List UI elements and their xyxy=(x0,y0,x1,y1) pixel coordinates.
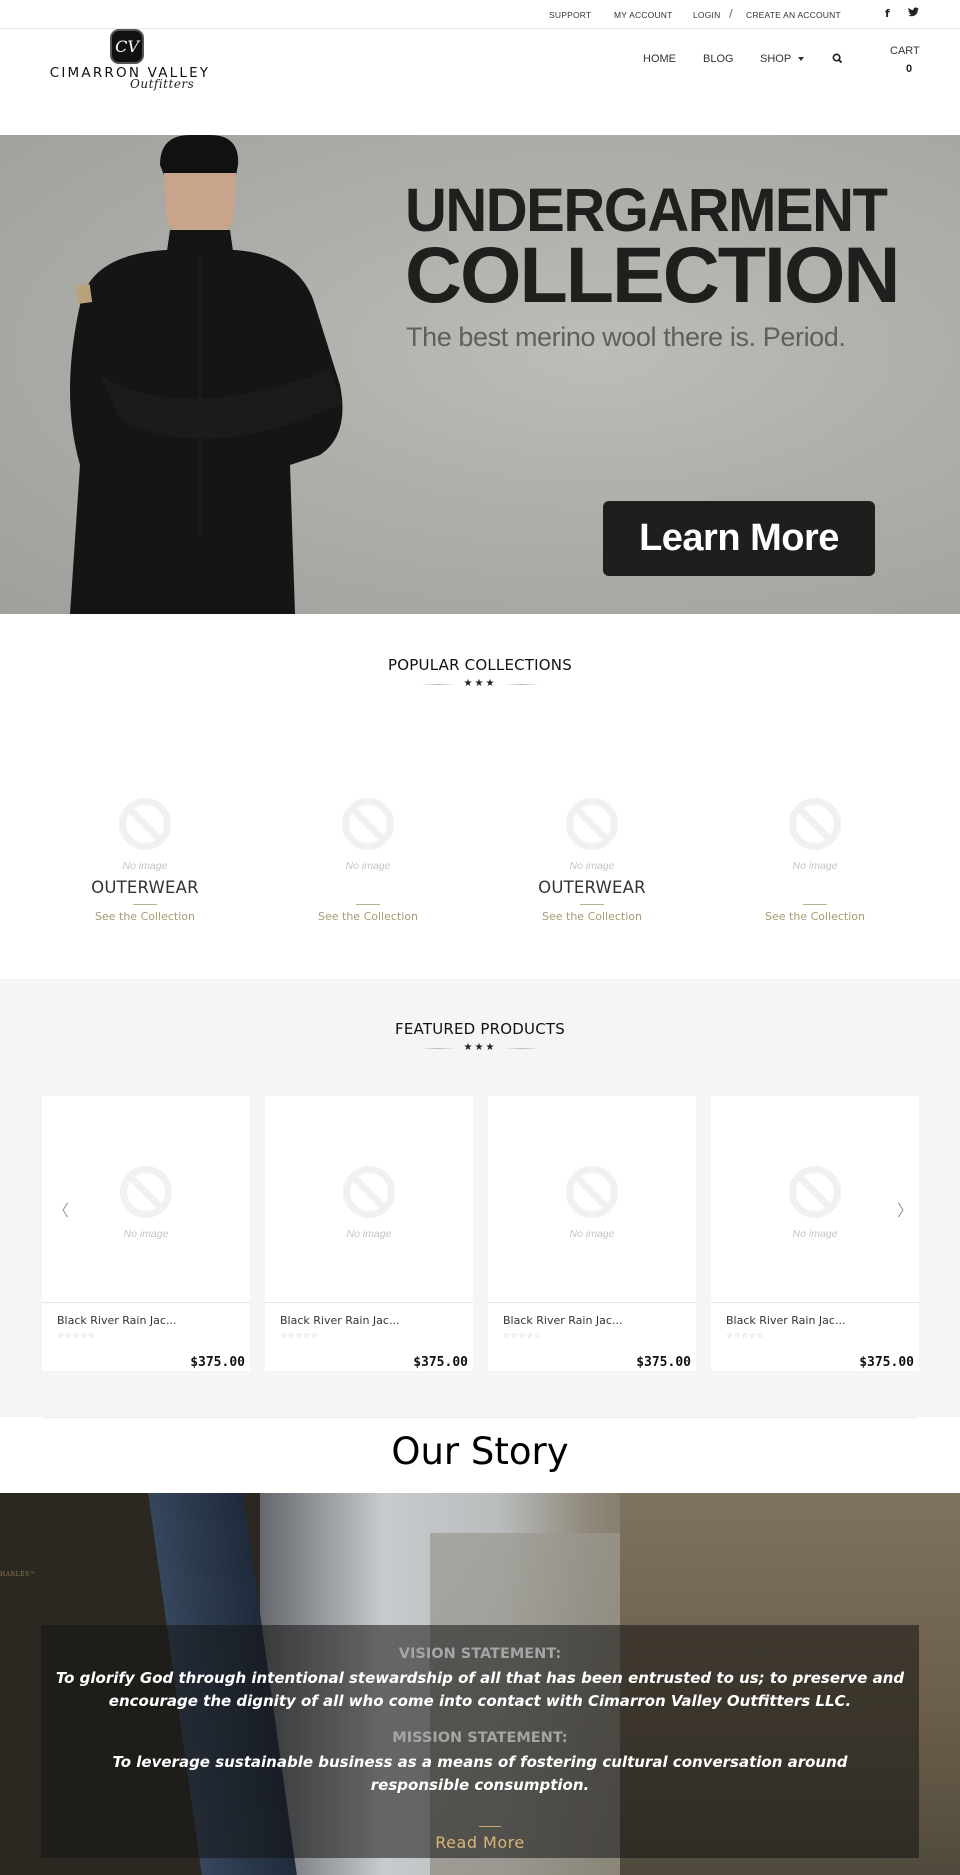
stars-icon: ★★★ xyxy=(463,678,497,689)
see-collection-link[interactable]: See the Collection xyxy=(268,910,468,923)
product-card[interactable]: No image Black River Rain Jac... ☆☆☆☆☆ $… xyxy=(711,1096,919,1371)
featured-products-title: FEATURED PRODUCTS xyxy=(395,1020,565,1038)
nav-blog[interactable]: Blog xyxy=(703,53,734,65)
hero-banner[interactable]: UNDERGARMENT COLLECTION The best merino … xyxy=(0,135,960,614)
no-image-icon xyxy=(789,798,841,850)
product-image[interactable]: No image xyxy=(711,1096,919,1303)
logo-script: Outfitters xyxy=(130,77,195,91)
nav-shop[interactable]: Shop xyxy=(760,53,805,65)
product-card[interactable]: No image Black River Rain Jac... ☆☆☆☆☆ $… xyxy=(265,1096,473,1371)
no-image-icon xyxy=(120,1166,172,1218)
rating-stars: ☆☆☆☆☆ xyxy=(280,1331,319,1340)
see-collection-link[interactable]: See the Collection xyxy=(45,910,245,923)
support-link[interactable]: Support xyxy=(549,10,591,20)
collection-underline xyxy=(133,904,157,905)
product-name[interactable]: Black River Rain Jac... xyxy=(280,1314,399,1327)
product-price: $375.00 xyxy=(636,1355,691,1370)
cart-count: 0 xyxy=(906,63,913,75)
chevron-down-icon xyxy=(798,57,805,62)
read-more-wrap: Read More xyxy=(41,1803,919,1852)
logo-badge: CV xyxy=(110,29,144,64)
rating-stars: ☆☆☆☆☆ xyxy=(726,1331,765,1340)
section-divider: ★★★ xyxy=(420,1042,540,1054)
twitter-icon[interactable] xyxy=(908,7,919,20)
product-image[interactable]: No image xyxy=(42,1096,250,1303)
create-account-link[interactable]: Create an Account xyxy=(746,10,841,20)
collection-underline xyxy=(803,904,827,905)
read-more-underline xyxy=(479,1826,501,1827)
mission-text: To leverage sustainable business as a me… xyxy=(112,1753,848,1794)
learn-more-button[interactable]: Learn More xyxy=(603,501,875,576)
no-image-icon xyxy=(566,1166,618,1218)
carousel-next-arrow[interactable]: 〉 xyxy=(897,1197,913,1221)
product-name[interactable]: Black River Rain Jac... xyxy=(726,1314,845,1327)
product-image[interactable]: No image xyxy=(265,1096,473,1303)
vision-heading: VISION STATEMENT: xyxy=(398,1646,562,1662)
mission-heading: MISSION STATEMENT: xyxy=(392,1730,568,1746)
product-card[interactable]: No image Black River Rain Jac... ☆☆☆☆☆ $… xyxy=(42,1096,250,1371)
statement-overlay: VISION STATEMENT: To glorify God through… xyxy=(41,1625,919,1858)
carousel-prev-arrow[interactable]: 〈 xyxy=(53,1197,69,1221)
collection-underline xyxy=(356,904,380,905)
brand-tag: HARLES™ xyxy=(0,1571,37,1578)
cart-link[interactable]: CART xyxy=(890,45,920,57)
no-image-icon xyxy=(789,1166,841,1218)
product-price: $375.00 xyxy=(859,1355,914,1370)
my-account-link[interactable]: My Account xyxy=(614,10,673,20)
collection-name: OUTERWEAR xyxy=(538,878,646,897)
top-bar: Support My Account Login / Create an Acc… xyxy=(0,0,960,29)
nav-home[interactable]: Home xyxy=(643,53,676,65)
no-image-icon xyxy=(119,798,171,850)
no-image-icon xyxy=(342,798,394,850)
collection-item[interactable]: No image See the Collection xyxy=(715,790,915,930)
logo[interactable]: CV CIMARRON VALLEY Outfitters xyxy=(38,28,222,94)
product-name[interactable]: Black River Rain Jac... xyxy=(503,1314,622,1327)
collection-item[interactable]: No image OUTERWEAR See the Collection xyxy=(45,790,245,930)
collection-item[interactable]: No image OUTERWEAR See the Collection xyxy=(492,790,692,930)
rating-stars: ☆☆☆☆☆ xyxy=(503,1331,542,1340)
separator: / xyxy=(729,7,733,20)
login-link[interactable]: Login xyxy=(693,10,720,20)
collection-name: OUTERWEAR xyxy=(91,878,199,897)
read-more-link[interactable]: Read More xyxy=(41,1833,919,1852)
popular-collections-title: POPULAR COLLECTIONS xyxy=(388,656,572,674)
our-story-title: Our Story xyxy=(391,1430,569,1473)
rating-stars: ☆☆☆☆☆ xyxy=(57,1331,96,1340)
collection-item[interactable]: No image See the Collection xyxy=(268,790,468,930)
vision-text: To glorify God through intentional stewa… xyxy=(55,1669,905,1710)
product-name[interactable]: Black River Rain Jac... xyxy=(57,1314,176,1327)
section-divider: ★★★ xyxy=(420,678,540,690)
hero-subtitle: The best merino wool there is. Period. xyxy=(406,322,846,352)
product-price: $375.00 xyxy=(413,1355,468,1370)
divider-line xyxy=(42,1417,918,1418)
product-price: $375.00 xyxy=(190,1355,245,1370)
model-image xyxy=(70,135,343,614)
search-icon[interactable] xyxy=(832,53,843,64)
no-image-icon xyxy=(343,1166,395,1218)
product-card[interactable]: No image Black River Rain Jac... ☆☆☆☆☆ $… xyxy=(488,1096,696,1371)
product-image[interactable]: No image xyxy=(488,1096,696,1303)
see-collection-link[interactable]: See the Collection xyxy=(492,910,692,923)
hero-title-line2: COLLECTION xyxy=(405,230,900,319)
facebook-icon[interactable]: f xyxy=(885,7,890,20)
see-collection-link[interactable]: See the Collection xyxy=(715,910,915,923)
no-image-icon xyxy=(566,798,618,850)
collection-underline xyxy=(580,904,604,905)
story-banner: HARLES™ VISION STATEMENT: To glorify God… xyxy=(0,1493,960,1875)
stars-icon: ★★★ xyxy=(463,1042,497,1053)
